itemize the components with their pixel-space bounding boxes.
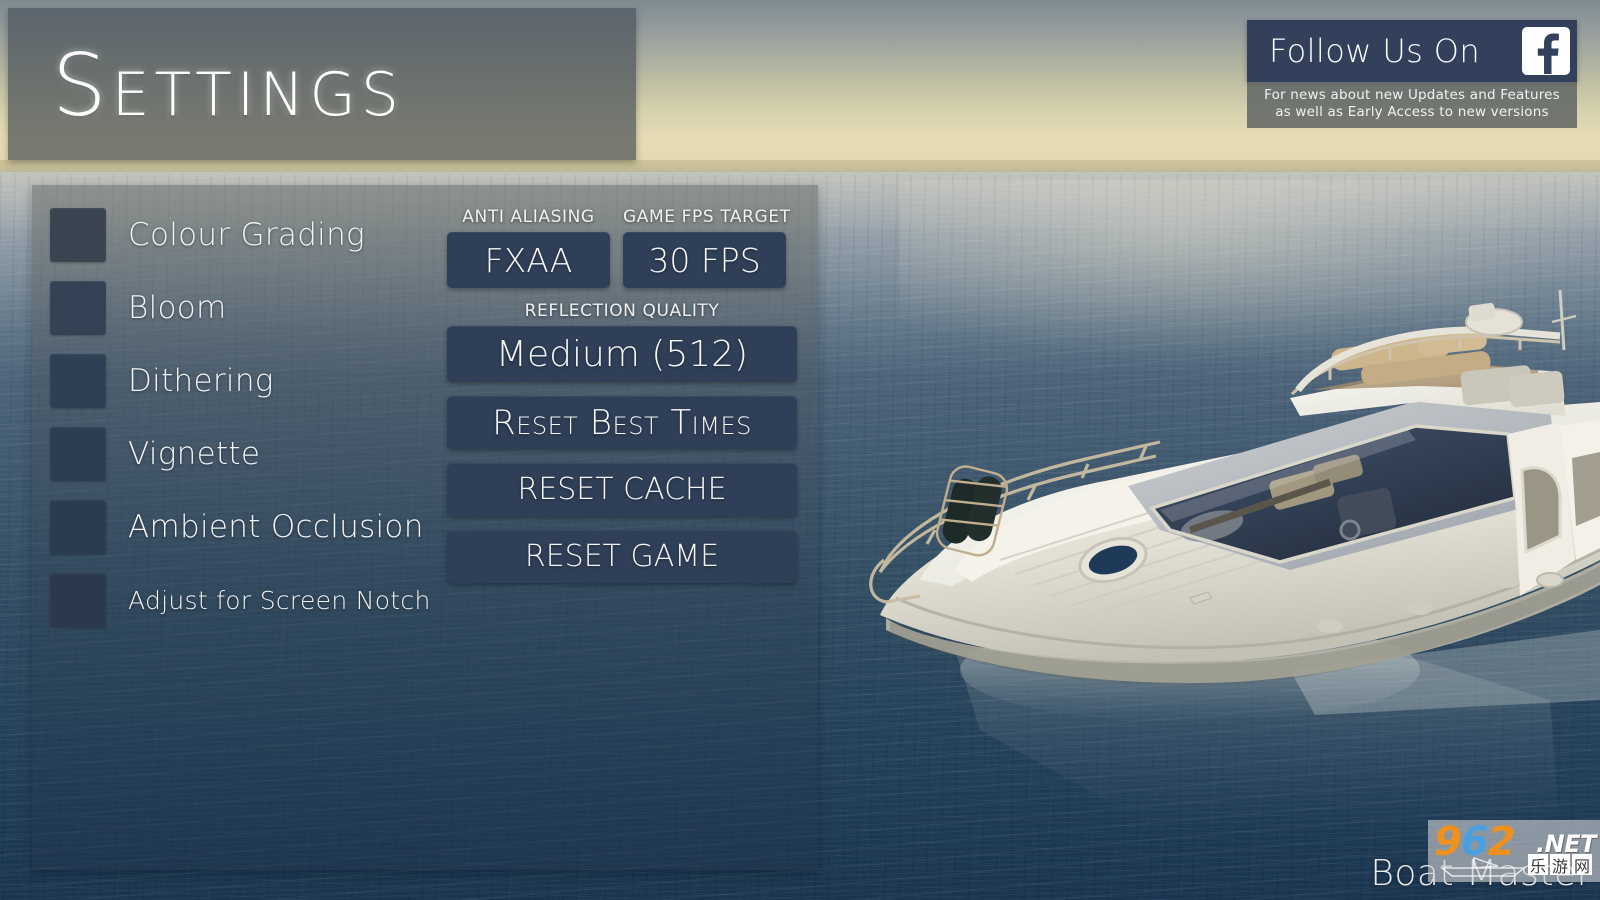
anti-aliasing-cycle-button[interactable]: FXAA <box>447 232 610 288</box>
game-fps-target-cycle-button[interactable]: 30 FPS <box>623 232 786 288</box>
site-watermark: 962 .NET 乐 游 网 <box>1428 820 1600 882</box>
page-title-bar: Settings <box>8 8 636 160</box>
checkbox-unchecked-icon[interactable] <box>50 500 106 554</box>
toggle-label: Adjust for Screen Notch <box>128 585 431 615</box>
graphics-toggle-list: Colour Grading Bloom Dithering Vignette … <box>50 207 450 628</box>
follow-us-on-label: Follow Us On <box>1269 32 1481 70</box>
reflection-quality-cycle-button[interactable]: Medium (512) <box>447 326 797 382</box>
follow-us-subtext: For news about new Updates and Features … <box>1247 82 1577 128</box>
watermark-cn-char-1: 乐 <box>1528 854 1548 876</box>
game-fps-target-caption: GAME FPS TARGET <box>623 207 791 227</box>
reset-cache-button[interactable]: RESET CACHE <box>447 463 797 516</box>
follow-us-on-facebook-button[interactable]: Follow Us On <box>1247 20 1577 82</box>
watermark-cn-char-3: 网 <box>1572 854 1592 876</box>
toggle-label: Bloom <box>128 290 227 326</box>
watermark-cn-text: 乐 游 网 <box>1528 854 1592 876</box>
checkbox-unchecked-icon[interactable] <box>50 427 106 481</box>
toggle-label: Colour Grading <box>128 217 365 253</box>
reset-best-times-button[interactable]: Reset Best Times <box>447 396 797 449</box>
top-control-row: ANTI ALIASING FXAA GAME FPS TARGET 30 FP… <box>447 207 797 288</box>
toggle-label: Vignette <box>128 436 261 472</box>
checkbox-unchecked-icon[interactable] <box>50 354 106 408</box>
page-title: Settings <box>52 36 404 136</box>
toggle-row-ambient-occlusion[interactable]: Ambient Occlusion <box>50 499 450 555</box>
checkbox-unchecked-icon[interactable] <box>50 281 106 335</box>
yacht-model <box>860 230 1600 850</box>
toggle-row-vignette[interactable]: Vignette <box>50 426 450 482</box>
facebook-icon[interactable] <box>1522 27 1570 75</box>
settings-panel: Colour Grading Bloom Dithering Vignette … <box>32 185 818 870</box>
toggle-label: Ambient Occlusion <box>128 509 424 545</box>
graphics-controls-column: ANTI ALIASING FXAA GAME FPS TARGET 30 FP… <box>447 207 797 583</box>
toggle-row-adjust-for-screen-notch[interactable]: Adjust for Screen Notch <box>50 572 450 628</box>
reflection-quality-caption: REFLECTION QUALITY <box>524 301 720 321</box>
toggle-row-dithering[interactable]: Dithering <box>50 353 450 409</box>
toggle-row-bloom[interactable]: Bloom <box>50 280 450 336</box>
game-fps-target-control: GAME FPS TARGET 30 FPS <box>623 207 791 288</box>
watermark-cn-char-2: 游 <box>1550 854 1570 876</box>
checkbox-unchecked-icon[interactable] <box>50 208 106 262</box>
anti-aliasing-caption: ANTI ALIASING <box>462 207 595 227</box>
toggle-label: Dithering <box>128 363 274 399</box>
toggle-row-colour-grading[interactable]: Colour Grading <box>50 207 450 263</box>
anti-aliasing-control: ANTI ALIASING FXAA <box>447 207 610 288</box>
reset-game-button[interactable]: RESET GAME <box>447 530 797 583</box>
checkbox-unchecked-icon[interactable] <box>50 573 106 627</box>
social-follow-panel: Follow Us On For news about new Updates … <box>1247 20 1577 128</box>
watermark-boat-icon <box>1440 857 1526 877</box>
